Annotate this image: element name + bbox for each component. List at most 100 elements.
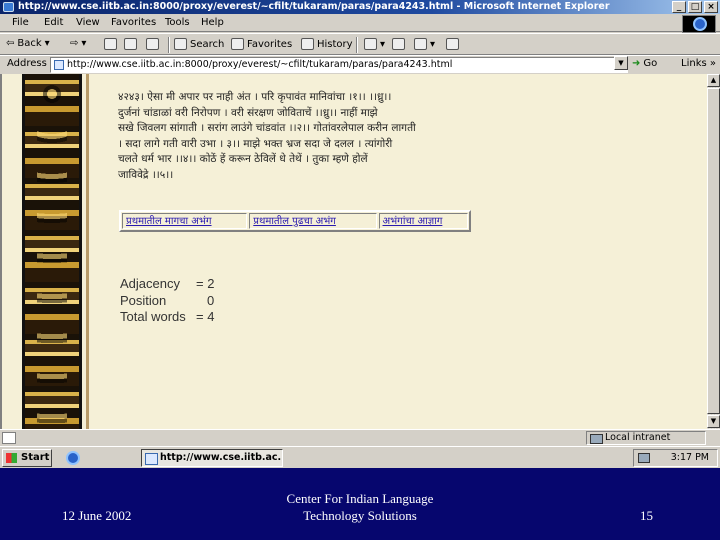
abhang-line: जाविवेद्रे ।।५।। xyxy=(118,168,174,181)
title-bar: http://www.cse.iitb.ac.in:8000/proxy/eve… xyxy=(0,0,720,14)
abhang-line: दुर्जनां चांडाळां वरी निरोपण । वरी संरक्… xyxy=(118,106,378,119)
stop-button[interactable] xyxy=(104,38,117,50)
abhang-line: सखे जिवलग सांगाती । सरांग लाउंगे चांडवां… xyxy=(118,122,416,134)
footer-org-line: Center For Indian Language xyxy=(286,491,434,506)
favorites-button[interactable]: Favorites xyxy=(231,38,292,50)
ie-quicklaunch-icon[interactable] xyxy=(66,451,80,465)
scroll-down-button[interactable]: ▼ xyxy=(707,415,720,428)
abhang-index-link[interactable]: अभंगांचा आज्ञाग xyxy=(378,213,468,229)
back-label: Back xyxy=(17,38,42,49)
chevron-down-icon: ▾ xyxy=(44,38,50,49)
history-icon xyxy=(301,38,314,50)
vertical-scrollbar[interactable]: ▲ ▼ xyxy=(707,74,720,429)
history-label: History xyxy=(317,38,353,50)
next-abhang-link[interactable]: प्रथमातील पुढचा अभंग xyxy=(249,213,377,229)
window-controls: _ □ × xyxy=(672,1,718,13)
footer-page-number: 15 xyxy=(640,508,653,523)
go-arrow-icon: ➜ xyxy=(632,58,641,69)
word-stats: Adjacency = 2 Position 0 Total words = 4 xyxy=(120,276,214,326)
address-input[interactable]: http://www.cse.iitb.ac.in:8000/proxy/eve… xyxy=(50,57,628,73)
abhang-line: ४२४३। ऐसा मी अपार पर नाही अंत । परि कृपा… xyxy=(118,91,392,103)
taskbar-ie-window[interactable]: http://www.cse.iitb.ac... xyxy=(141,449,283,467)
address-bar: Address http://www.cse.iitb.ac.in:8000/p… xyxy=(0,55,720,73)
menu-tools[interactable]: Tools xyxy=(165,17,190,28)
print-button[interactable] xyxy=(392,38,405,50)
discuss-icon xyxy=(446,38,459,50)
back-arrow-icon: ⇦ xyxy=(6,38,15,49)
menu-view[interactable]: View xyxy=(76,17,100,28)
edit-icon xyxy=(414,38,427,50)
status-bar: Local intranet xyxy=(0,429,720,445)
stat-value: 0 xyxy=(207,292,215,308)
favorites-label: Favorites xyxy=(247,38,293,50)
back-button[interactable]: ⇦ Back ▾ xyxy=(6,38,50,49)
forward-button[interactable]: ⇨ ▾ xyxy=(70,38,86,49)
previous-abhang-link[interactable]: प्रथमातील मागचा अभंग xyxy=(122,213,248,229)
discuss-button[interactable] xyxy=(446,38,459,50)
scroll-thumb[interactable] xyxy=(707,88,720,414)
chevron-down-icon: ▾ xyxy=(81,38,87,49)
links-button[interactable]: Links » xyxy=(681,58,716,69)
toolbar-separator xyxy=(168,37,170,53)
page-icon xyxy=(54,60,64,70)
browser-window: http://www.cse.iitb.ac.in:8000/proxy/eve… xyxy=(0,0,720,468)
network-icon[interactable] xyxy=(638,453,650,463)
refresh-icon xyxy=(124,38,137,50)
stat-total-words: Total words = 4 xyxy=(120,309,214,326)
address-url: http://www.cse.iitb.ac.in:8000/proxy/eve… xyxy=(67,59,453,70)
address-dropdown-button[interactable]: ▼ xyxy=(614,56,628,70)
refresh-button[interactable] xyxy=(124,38,137,50)
navigation-links-table: प्रथमातील मागचा अभंग प्रथमातील पुढचा अभं… xyxy=(119,210,471,232)
search-icon xyxy=(174,38,187,50)
stat-label: Total words xyxy=(120,309,186,324)
chevron-down-icon: ▾ xyxy=(380,38,386,50)
stat-position: Position 0 xyxy=(120,293,214,310)
menu-help[interactable]: Help xyxy=(201,17,224,28)
search-button[interactable]: Search xyxy=(174,38,224,50)
favorites-icon xyxy=(231,38,244,50)
menu-file[interactable]: File xyxy=(12,17,29,28)
clock: 3:17 PM xyxy=(670,452,709,463)
footer-org-line: Technology Solutions xyxy=(303,508,417,523)
mail-icon xyxy=(364,38,377,50)
vertical-divider xyxy=(86,74,89,429)
footer-date: 12 June 2002 xyxy=(62,508,132,523)
forward-arrow-icon: ⇨ xyxy=(70,38,79,49)
abhang-line: । सदा लागे गती वारी उभा । ३।। माझे भक्त … xyxy=(118,137,393,150)
home-icon xyxy=(146,38,159,50)
window-title: http://www.cse.iitb.ac.in:8000/proxy/eve… xyxy=(18,1,610,12)
close-button[interactable]: × xyxy=(704,1,718,13)
windows-taskbar: Start http://www.cse.iitb.ac... 3:17 PM xyxy=(0,446,720,468)
stat-adjacency: Adjacency = 2 xyxy=(120,276,214,293)
history-button[interactable]: History xyxy=(301,38,353,50)
menu-bar: File Edit View Favorites Tools Help xyxy=(0,15,720,32)
go-label: Go xyxy=(643,58,658,69)
toolbar-separator xyxy=(356,37,358,53)
ie-page-icon xyxy=(3,2,14,12)
maximize-button[interactable]: □ xyxy=(688,1,702,13)
edit-button[interactable]: ▾ xyxy=(414,38,435,50)
chevron-down-icon: ▼ xyxy=(710,417,717,425)
chevron-up-icon: ▲ xyxy=(710,76,717,84)
page-status-icon xyxy=(2,432,16,444)
stat-label: Position xyxy=(120,292,167,308)
stat-label: Adjacency xyxy=(120,276,180,291)
ie-globe-icon xyxy=(693,17,707,31)
ie-throbber-logo xyxy=(682,15,716,33)
mail-button[interactable]: ▾ xyxy=(364,38,385,50)
go-button[interactable]: ➜ Go xyxy=(632,58,657,69)
home-button[interactable] xyxy=(146,38,159,50)
abhang-text: ४२४३। ऐसा मी अपार पर नाही अंत । परि कृपा… xyxy=(118,90,538,183)
start-button[interactable]: Start xyxy=(2,449,52,467)
menu-edit[interactable]: Edit xyxy=(44,17,63,28)
scroll-up-button[interactable]: ▲ xyxy=(707,74,720,87)
search-label: Search xyxy=(190,38,225,50)
stat-value: = 4 xyxy=(196,309,215,324)
footer-organization: Center For Indian Language Technology So… xyxy=(240,490,480,524)
minimize-button[interactable]: _ xyxy=(672,1,686,13)
security-zone: Local intranet xyxy=(586,431,706,445)
menu-favorites[interactable]: Favorites xyxy=(111,17,156,28)
print-icon xyxy=(392,38,405,50)
slide-footer: 12 June 2002 Center For Indian Language … xyxy=(0,468,720,540)
standard-toolbar: ⇦ Back ▾ ⇨ ▾ Search Favorites History ▾ … xyxy=(0,33,720,55)
